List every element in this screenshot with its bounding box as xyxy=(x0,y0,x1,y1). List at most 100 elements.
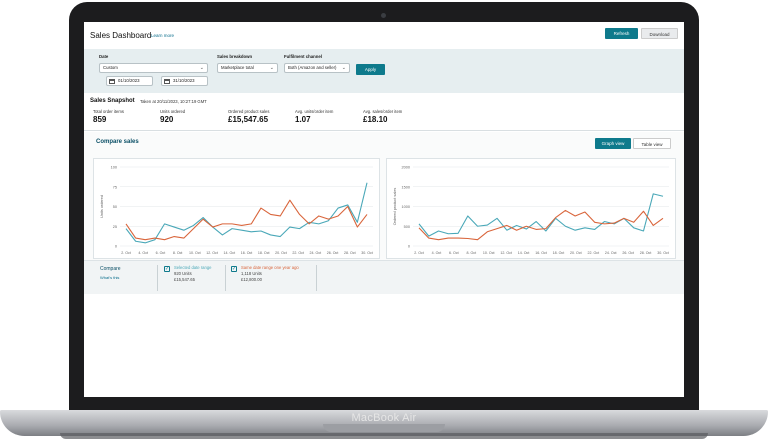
y-tick-label: 100 xyxy=(111,166,117,170)
y-tick-label: 0 xyxy=(115,245,117,249)
metric-value: £18.10 xyxy=(363,115,388,124)
metric-units-ordered: Units ordered 920 xyxy=(160,109,185,124)
laptop-base-shadow xyxy=(60,433,708,439)
breakdown-label: Sales breakdown xyxy=(217,54,253,59)
legend-selected-label: Selected date range xyxy=(174,265,212,270)
legend-last-year-units: 1,118 Units xyxy=(241,271,262,276)
metric-label: Units ordered xyxy=(160,109,186,114)
y-axis-label: Ordered product sales xyxy=(393,188,397,226)
series-line-last-year xyxy=(125,199,368,241)
channel-select-value: Both (Amazon and seller) xyxy=(288,65,337,70)
breakdown-select[interactable]: Marketplace total ⌄ xyxy=(217,63,278,73)
learn-more-link[interactable]: Learn more xyxy=(151,33,174,38)
y-tick-label: 500 xyxy=(404,225,410,229)
metric-value: 1.07 xyxy=(295,115,311,124)
calendar-icon xyxy=(109,78,115,84)
x-tick-label: 28. Oct xyxy=(640,251,652,255)
filter-bar: Date Custom ⌄ 01/10/2023 31/10/2023 Sale… xyxy=(84,49,684,93)
series-line-selected xyxy=(418,193,664,237)
graph-view-button[interactable]: Graph view xyxy=(595,138,631,149)
series-line-last-year xyxy=(418,209,664,241)
snapshot-title: Sales Snapshot xyxy=(90,98,135,104)
x-tick-label: 16. Oct xyxy=(535,251,547,255)
x-tick-label: 24. Oct xyxy=(605,251,617,255)
legend-last-year-label: Same date range one year ago xyxy=(241,265,299,270)
date-select-value: Custom xyxy=(103,65,118,70)
series-line-selected xyxy=(125,182,368,244)
breakdown-select-value: Marketplace total xyxy=(221,65,254,70)
checkbox-icon[interactable]: ✓ xyxy=(231,266,237,272)
x-tick-label: 22. Oct xyxy=(587,251,599,255)
header: Sales Dashboard Learn more Refresh Downl… xyxy=(84,22,684,47)
x-tick-label: 2. Oct xyxy=(414,251,424,255)
start-date-input[interactable]: 01/10/2023 xyxy=(106,76,153,86)
x-tick-label: 4. Oct xyxy=(138,251,148,255)
metric-value: £15,547.65 xyxy=(228,115,269,124)
metric-total-order-items: Total order items 859 xyxy=(93,109,124,124)
channel-label: Fulfilment channel xyxy=(284,54,322,59)
camera-icon xyxy=(381,13,386,18)
page-title: Sales Dashboard xyxy=(90,31,152,40)
x-tick-label: 14. Oct xyxy=(518,251,530,255)
x-tick-label: 30. Oct xyxy=(361,251,373,255)
units-chart: 0 25 50 75 100 Units ordered 2. Oct 4. Oct 6. Oc… xyxy=(93,158,380,259)
x-tick-label: 12. Oct xyxy=(206,251,218,255)
whats-this-link[interactable]: What's this xyxy=(100,275,119,280)
page-blank-area xyxy=(84,294,684,397)
sales-snapshot: Sales Snapshot Taken at 20/11/2023, 10:2… xyxy=(84,94,684,131)
divider xyxy=(225,265,226,291)
download-button[interactable]: Download xyxy=(641,28,678,39)
x-tick-label: 12. Oct xyxy=(500,251,512,255)
x-tick-label: 22. Oct xyxy=(292,251,304,255)
screen: Sales Dashboard Learn more Refresh Downl… xyxy=(84,22,684,397)
x-tick-label: 16. Oct xyxy=(241,251,253,255)
y-tick-label: 2000 xyxy=(402,166,410,170)
legend-title: Compare xyxy=(100,266,121,272)
y-tick-label: 1000 xyxy=(402,205,410,209)
x-tick-label: 24. Oct xyxy=(310,251,322,255)
x-tick-label: 30. Oct xyxy=(657,251,669,255)
laptop-notch xyxy=(323,424,445,432)
x-tick-label: 26. Oct xyxy=(327,251,339,255)
x-tick-label: 28. Oct xyxy=(344,251,356,255)
units-chart-svg: 0 25 50 75 100 Units ordered 2. Oct 4. Oct 6. Oc… xyxy=(100,166,373,255)
legend-last-year-sales: £12,800.00 xyxy=(241,277,262,282)
channel-select[interactable]: Both (Amazon and seller) ⌄ xyxy=(284,63,350,73)
metric-ordered-product-sales: Ordered product sales £15,547.65 xyxy=(228,109,269,124)
y-tick-label: 0 xyxy=(408,245,410,249)
x-tick-label: 14. Oct xyxy=(223,251,235,255)
y-tick-label: 75 xyxy=(113,185,117,189)
calendar-icon xyxy=(164,78,170,84)
end-date-input[interactable]: 31/10/2023 xyxy=(161,76,208,86)
x-tick-label: 6. Oct xyxy=(156,251,166,255)
checkbox-icon[interactable]: ✓ xyxy=(164,266,170,272)
x-tick-label: 26. Oct xyxy=(622,251,634,255)
legend-selected-sales: £15,547.65 xyxy=(174,277,195,282)
start-date-value: 01/10/2023 xyxy=(118,78,140,83)
x-tick-label: 4. Oct xyxy=(432,251,442,255)
x-tick-label: 8. Oct xyxy=(173,251,183,255)
compare-legend: Compare What's this ✓ Selected date rang… xyxy=(84,260,684,294)
x-tick-label: 10. Oct xyxy=(483,251,495,255)
metric-label: Avg. sales/order item xyxy=(363,109,403,114)
y-tick-label: 1500 xyxy=(402,185,410,189)
metric-label: Avg. units/order item xyxy=(295,109,334,114)
metric-avg-units: Avg. units/order item 1.07 xyxy=(295,109,333,124)
divider xyxy=(316,265,317,291)
refresh-button[interactable]: Refresh xyxy=(605,28,638,39)
apply-button[interactable]: Apply xyxy=(356,64,385,75)
metric-label: Ordered product sales xyxy=(228,109,270,114)
x-tick-label: 10. Oct xyxy=(189,251,201,255)
y-tick-label: 50 xyxy=(113,205,117,209)
end-date-value: 31/10/2023 xyxy=(173,78,195,83)
sales-chart: 0 500 1000 1500 2000 Ordered product sales 2. … xyxy=(386,158,676,259)
x-tick-label: 18. Oct xyxy=(258,251,270,255)
table-view-button[interactable]: Table view xyxy=(633,138,671,149)
metric-avg-sales: Avg. sales/order item £18.10 xyxy=(363,109,402,124)
x-tick-label: 6. Oct xyxy=(449,251,459,255)
metric-value: 859 xyxy=(93,115,107,124)
x-tick-label: 18. Oct xyxy=(553,251,565,255)
date-select[interactable]: Custom ⌄ xyxy=(99,63,208,73)
x-tick-label: 2. Oct xyxy=(121,251,131,255)
metric-label: Total order items xyxy=(93,109,124,114)
